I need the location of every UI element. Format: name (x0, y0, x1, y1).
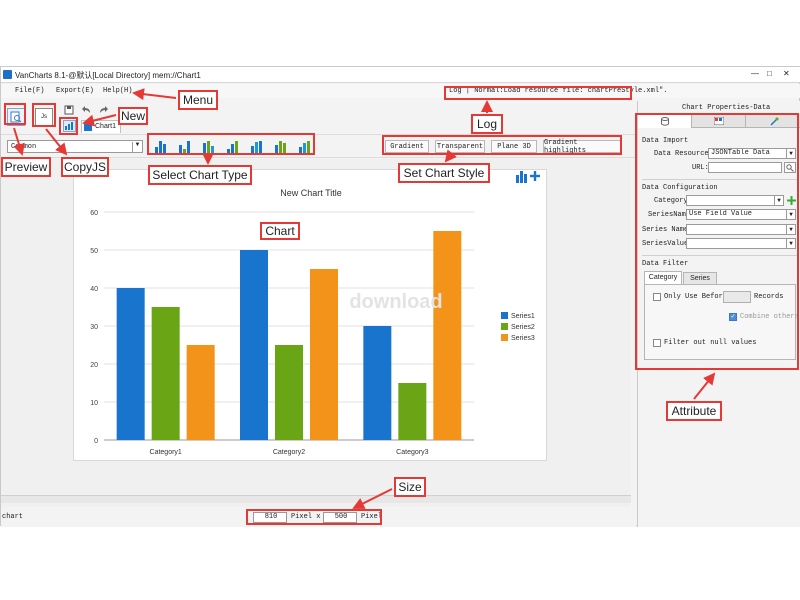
new-arrow (82, 114, 117, 127)
menu-arrow (132, 88, 177, 101)
attribute-arrow (693, 372, 716, 400)
size-arrow (352, 488, 393, 509)
annotation-arrows (13, 88, 716, 509)
chart-style-arrow (444, 149, 457, 163)
copyjs-arrow (45, 128, 68, 156)
preview-arrow (13, 127, 25, 156)
